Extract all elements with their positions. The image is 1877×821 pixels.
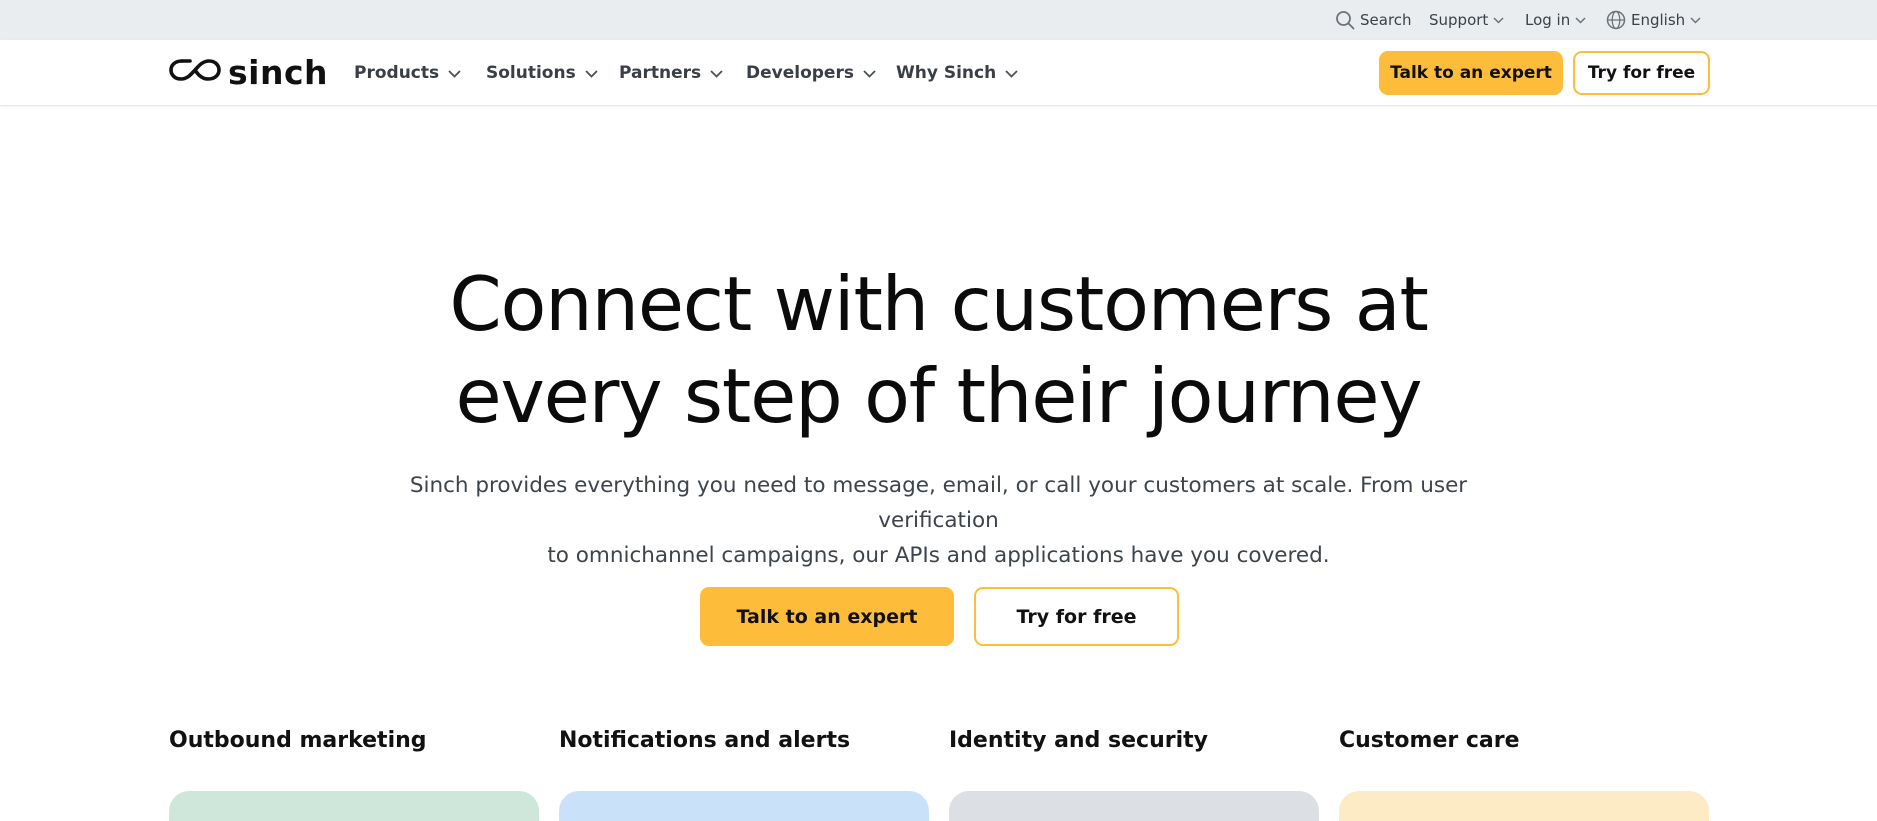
login-menu[interactable]: Log in xyxy=(1525,0,1586,40)
nav-item-developers[interactable]: Developers xyxy=(746,40,876,106)
language-label: English xyxy=(1631,11,1686,29)
support-label: Support xyxy=(1429,11,1489,29)
chevron-down-icon xyxy=(710,63,723,83)
nav-item-label: Products xyxy=(354,63,440,83)
category-card-identity-security[interactable] xyxy=(949,791,1319,821)
category-title-identity-security[interactable]: Identity and security xyxy=(949,728,1208,753)
nav-item-label: Solutions xyxy=(486,63,576,83)
search-label: Search xyxy=(1360,11,1412,29)
hero-subtitle-line: Sinch provides everything you need to me… xyxy=(409,473,1468,533)
hero-subtitle: Sinch provides everything you need to me… xyxy=(360,468,1517,573)
chevron-down-icon xyxy=(1493,16,1504,24)
category-title-outbound-marketing[interactable]: Outbound marketing xyxy=(169,728,427,753)
chevron-down-icon xyxy=(1575,16,1586,24)
nav-item-partners[interactable]: Partners xyxy=(619,40,723,106)
hero-title-line: Connect with customers at xyxy=(449,260,1429,348)
search-icon xyxy=(1335,10,1355,30)
category-title-notifications[interactable]: Notifications and alerts xyxy=(559,728,850,753)
nav-item-label: Why Sinch xyxy=(896,63,997,83)
chevron-down-icon xyxy=(1690,16,1701,24)
nav-item-products[interactable]: Products xyxy=(354,40,461,106)
chevron-down-icon xyxy=(448,63,461,83)
category-card-notifications[interactable] xyxy=(559,791,929,821)
chevron-down-icon xyxy=(585,63,598,83)
globe-icon xyxy=(1606,10,1626,30)
hero-title-line: every step of their journey xyxy=(455,352,1423,440)
hero-title: Connect with customers at every step of … xyxy=(0,258,1877,442)
sinch-logo-icon xyxy=(168,55,222,89)
nav-item-label: Partners xyxy=(619,63,702,83)
logo-wordmark: sinch xyxy=(228,52,329,92)
utility-bar: Search Support Log in English xyxy=(0,0,1877,40)
nav-item-why-sinch[interactable]: Why Sinch xyxy=(896,40,1018,106)
category-card-outbound-marketing[interactable] xyxy=(169,791,539,821)
category-title-customer-care[interactable]: Customer care xyxy=(1339,728,1520,753)
nav-item-label: Developers xyxy=(746,63,854,83)
chevron-down-icon xyxy=(863,63,876,83)
nav-item-solutions[interactable]: Solutions xyxy=(486,40,598,106)
search-link[interactable]: Search xyxy=(1335,0,1412,40)
login-label: Log in xyxy=(1525,11,1571,29)
hero-try-for-free-button[interactable]: Try for free xyxy=(974,587,1179,646)
category-card-customer-care[interactable] xyxy=(1339,791,1709,821)
hero-talk-to-expert-button[interactable]: Talk to an expert xyxy=(700,587,954,646)
try-for-free-button[interactable]: Try for free xyxy=(1573,51,1710,95)
chevron-down-icon xyxy=(1005,63,1018,83)
talk-to-expert-button[interactable]: Talk to an expert xyxy=(1379,51,1563,95)
hero-subtitle-line: to omnichannel campaigns, our APIs and a… xyxy=(547,543,1330,568)
language-selector[interactable]: English xyxy=(1606,0,1701,40)
sinch-logo[interactable]: sinch xyxy=(168,54,328,90)
support-menu[interactable]: Support xyxy=(1429,0,1504,40)
main-nav: sinch Products Solutions Partners Develo… xyxy=(0,40,1877,106)
